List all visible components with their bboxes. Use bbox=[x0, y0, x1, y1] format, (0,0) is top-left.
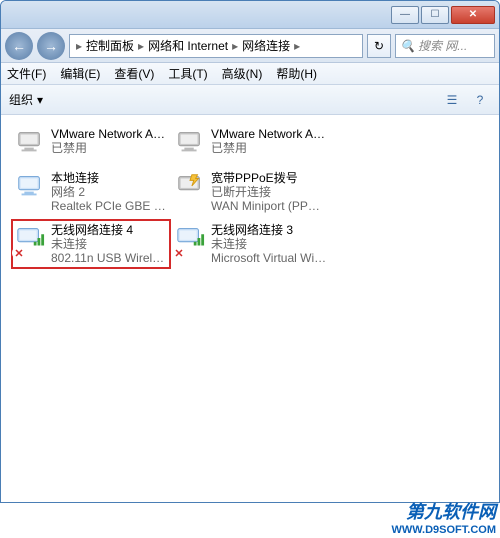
titlebar: — ☐ ✕ bbox=[1, 1, 499, 29]
network-connection-item[interactable]: VMware Network Adapter VMnet1已禁用 bbox=[11, 123, 171, 165]
chevron-right-icon: ▸ bbox=[232, 39, 238, 53]
back-button[interactable]: ← bbox=[5, 32, 33, 60]
menu-advanced[interactable]: 高级(N) bbox=[222, 65, 263, 82]
network-connection-item[interactable]: VMware Network Adapter VMnet8已禁用 bbox=[171, 123, 331, 165]
connection-status: 未连接 bbox=[51, 237, 167, 251]
connection-status: 已断开连接 bbox=[211, 185, 327, 199]
connection-detail: Realtek PCIe GBE Family Contr... bbox=[51, 199, 167, 213]
error-x-icon: ✕ bbox=[12, 246, 26, 260]
connection-detail: 802.11n USB Wireless LAN Car... bbox=[51, 251, 167, 265]
connection-icon: ✕ bbox=[175, 223, 205, 257]
minimize-button[interactable]: — bbox=[391, 6, 419, 24]
close-icon: ✕ bbox=[469, 9, 477, 20]
connection-name: 无线网络连接 4 bbox=[51, 223, 167, 237]
connection-detail: Microsoft Virtual WiFi Minipor... bbox=[211, 251, 327, 265]
chevron-right-icon: ▸ bbox=[76, 39, 82, 53]
connection-text: 无线网络连接 4未连接802.11n USB Wireless LAN Car.… bbox=[51, 223, 167, 265]
back-icon: ← bbox=[12, 38, 26, 54]
nav-row: ← → ▸ 控制面板 ▸ 网络和 Internet ▸ 网络连接 ▸ ↻ 🔍 搜… bbox=[1, 29, 499, 63]
maximize-button[interactable]: ☐ bbox=[421, 6, 449, 24]
connection-icon: ✕ bbox=[15, 223, 45, 257]
connection-name: 无线网络连接 3 bbox=[211, 223, 327, 237]
menu-view[interactable]: 查看(V) bbox=[114, 65, 154, 82]
error-x-icon: ✕ bbox=[172, 246, 186, 260]
watermark-text: 第九软件网 bbox=[392, 498, 497, 524]
connection-text: 无线网络连接 3未连接Microsoft Virtual WiFi Minipo… bbox=[211, 223, 327, 265]
refresh-button[interactable]: ↻ bbox=[367, 34, 391, 58]
help-button[interactable]: ? bbox=[469, 89, 491, 111]
explorer-window: — ☐ ✕ ← → ▸ 控制面板 ▸ 网络和 Internet ▸ 网络连接 ▸… bbox=[0, 0, 500, 503]
watermark-url: WWW.D9SOFT.COM bbox=[392, 524, 497, 536]
connection-name: 本地连接 bbox=[51, 171, 167, 185]
connection-text: 宽带PPPoE拨号已断开连接WAN Miniport (PPPOE) bbox=[211, 171, 327, 213]
close-button[interactable]: ✕ bbox=[451, 6, 495, 24]
search-icon: 🔍 bbox=[400, 39, 415, 53]
connection-text: 本地连接网络 2Realtek PCIe GBE Family Contr... bbox=[51, 171, 167, 213]
menu-edit[interactable]: 编辑(E) bbox=[60, 65, 100, 82]
forward-button[interactable]: → bbox=[37, 32, 65, 60]
refresh-icon: ↻ bbox=[374, 39, 384, 53]
connection-name: VMware Network Adapter VMnet1 bbox=[51, 127, 167, 141]
network-connection-item[interactable]: ✕ 无线网络连接 3未连接Microsoft Virtual WiFi Minip… bbox=[171, 219, 331, 269]
connection-icon bbox=[15, 171, 45, 205]
connection-icon bbox=[175, 127, 205, 161]
organize-button[interactable]: 组织 bbox=[9, 91, 33, 108]
connection-detail: WAN Miniport (PPPOE) bbox=[211, 199, 327, 213]
connection-icon bbox=[175, 171, 205, 205]
search-placeholder: 搜索 网... bbox=[418, 37, 467, 54]
chevron-right-icon: ▸ bbox=[294, 39, 300, 53]
connection-status: 网络 2 bbox=[51, 185, 167, 199]
chevron-down-icon[interactable]: ▾ bbox=[37, 93, 43, 107]
content-pane: VMware Network Adapter VMnet1已禁用VMware N… bbox=[1, 115, 499, 277]
connection-icon bbox=[15, 127, 45, 161]
menubar: 文件(F) 编辑(E) 查看(V) 工具(T) 高级(N) 帮助(H) bbox=[1, 63, 499, 85]
connection-text: VMware Network Adapter VMnet8已禁用 bbox=[211, 127, 327, 161]
watermark: 第九软件网 WWW.D9SOFT.COM bbox=[392, 498, 497, 536]
connection-name: 宽带PPPoE拨号 bbox=[211, 171, 327, 185]
menu-help[interactable]: 帮助(H) bbox=[276, 65, 317, 82]
chevron-right-icon: ▸ bbox=[138, 39, 144, 53]
toolbar: 组织 ▾ ☰ ? bbox=[1, 85, 499, 115]
network-connection-item[interactable]: ✕ 无线网络连接 4未连接802.11n USB Wireless LAN Car… bbox=[11, 219, 171, 269]
menu-file[interactable]: 文件(F) bbox=[7, 65, 46, 82]
menu-tools[interactable]: 工具(T) bbox=[168, 65, 207, 82]
connection-name: VMware Network Adapter VMnet8 bbox=[211, 127, 327, 141]
connection-status: 未连接 bbox=[211, 237, 327, 251]
address-bar[interactable]: ▸ 控制面板 ▸ 网络和 Internet ▸ 网络连接 ▸ bbox=[69, 34, 363, 58]
connection-text: VMware Network Adapter VMnet1已禁用 bbox=[51, 127, 167, 161]
breadcrumb-network-internet[interactable]: 网络和 Internet bbox=[148, 37, 228, 54]
maximize-icon: ☐ bbox=[431, 9, 440, 20]
minimize-icon: — bbox=[400, 9, 410, 20]
network-connection-item[interactable]: 宽带PPPoE拨号已断开连接WAN Miniport (PPPOE) bbox=[171, 167, 331, 217]
connection-status: 已禁用 bbox=[211, 141, 327, 155]
connection-status: 已禁用 bbox=[51, 141, 167, 155]
view-mode-button[interactable]: ☰ bbox=[441, 89, 463, 111]
network-connection-item[interactable]: 本地连接网络 2Realtek PCIe GBE Family Contr... bbox=[11, 167, 171, 217]
search-input[interactable]: 🔍 搜索 网... bbox=[395, 34, 495, 58]
breadcrumb-control-panel[interactable]: 控制面板 bbox=[86, 37, 134, 54]
breadcrumb-network-connections[interactable]: 网络连接 bbox=[242, 37, 290, 54]
forward-icon: → bbox=[44, 38, 58, 54]
